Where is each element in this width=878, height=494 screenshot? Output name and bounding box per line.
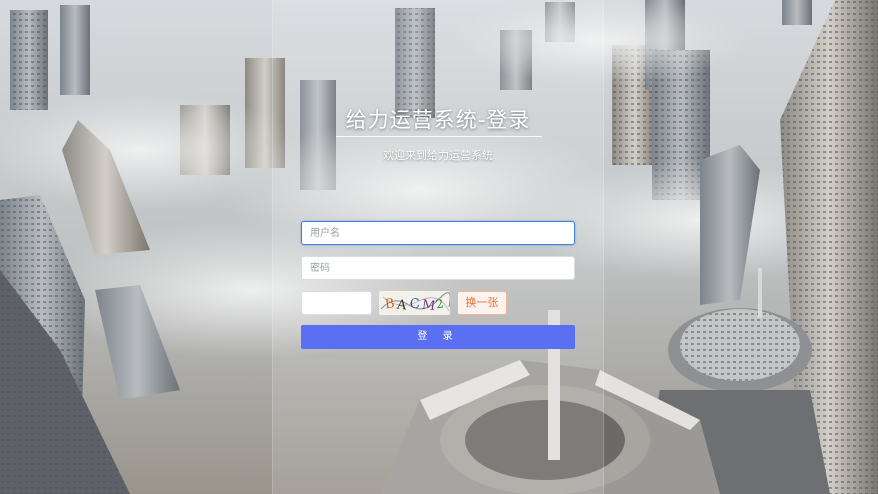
svg-text:C: C (409, 297, 420, 313)
title-divider (336, 136, 542, 137)
captcha-image[interactable]: B A C M 2 (379, 291, 450, 315)
password-input[interactable] (301, 256, 575, 280)
page-title: 给力运营系统-登录 (345, 108, 531, 132)
login-panel: 给力运营系统-登录 欢迎来到给力运营系统 B A C M 2 换一张 登 录 (272, 0, 604, 494)
svg-text:M: M (421, 298, 436, 315)
captcha-graphic: B A C M 2 (379, 291, 450, 315)
login-button[interactable]: 登 录 (301, 325, 575, 349)
refresh-captcha-button[interactable]: 换一张 (457, 291, 507, 315)
page-subtitle: 欢迎来到给力运营系统 (383, 149, 493, 162)
username-input[interactable] (301, 221, 575, 245)
captcha-input[interactable] (301, 291, 372, 315)
login-page: 给力运营系统-登录 欢迎来到给力运营系统 B A C M 2 换一张 登 录 (0, 0, 878, 494)
